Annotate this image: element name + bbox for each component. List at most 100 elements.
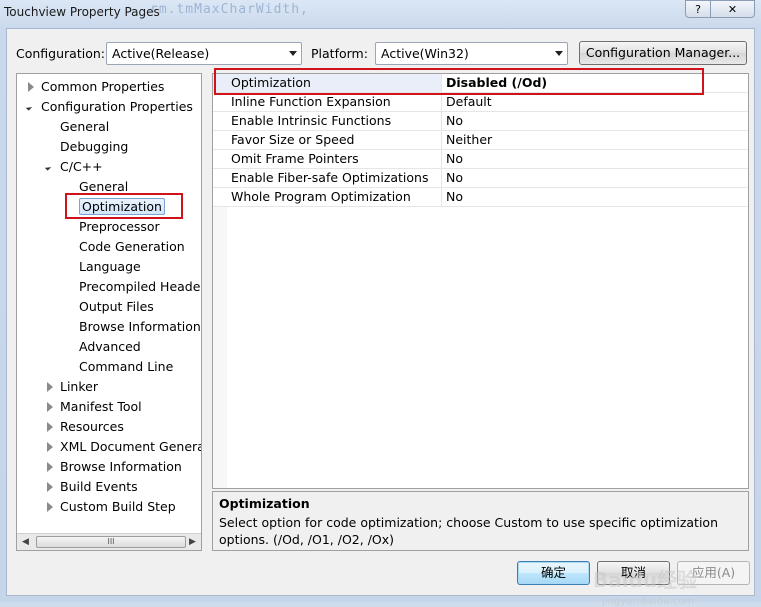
caption-buttons: ? ✕: [685, 0, 755, 18]
property-value[interactable]: No: [442, 169, 748, 187]
tree-item-label: Command Line: [79, 359, 174, 374]
tree-item[interactable]: Manifest Tool: [47, 398, 142, 418]
property-value[interactable]: Default: [442, 93, 748, 111]
help-icon: ?: [695, 2, 701, 16]
property-value[interactable]: Neither: [442, 131, 748, 149]
property-row[interactable]: Favor Size or Speed Neither: [213, 131, 748, 150]
baidu-watermark: Baidu经验: [593, 568, 698, 592]
tree-item[interactable]: Configuration Properties: [25, 98, 193, 118]
chevron-down-icon: [555, 51, 563, 56]
tree-item[interactable]: XML Document Generator: [47, 438, 201, 458]
tree-item-label: Advanced: [79, 339, 141, 354]
property-grid[interactable]: Optimization Disabled (/Od) Inline Functio…: [212, 73, 749, 489]
tree-item[interactable]: Language: [79, 258, 141, 278]
property-row[interactable]: Omit Frame Pointers No: [213, 150, 748, 169]
configuration-label: Configuration:: [16, 46, 105, 61]
configuration-dropdown[interactable]: Active(Release): [106, 42, 302, 65]
window-title: Touchview Property Pages: [4, 5, 160, 19]
tree-item[interactable]: Code Generation: [79, 238, 185, 258]
tree-item[interactable]: Common Properties: [28, 78, 165, 98]
tree-item-label: Build Events: [60, 479, 138, 494]
tree-item[interactable]: Resources: [47, 418, 124, 438]
help-button[interactable]: ?: [685, 0, 711, 18]
collapsed-triangle-icon[interactable]: [47, 422, 53, 432]
tree-item-label: Output Files: [79, 299, 154, 314]
property-row[interactable]: Inline Function Expansion Default: [213, 93, 748, 112]
property-name: Enable Intrinsic Functions: [213, 112, 442, 130]
tree-item[interactable]: Linker: [47, 378, 98, 398]
category-tree[interactable]: Custom Build Step Build Events Browse Info…: [16, 73, 202, 551]
tree-item-label: General: [79, 179, 129, 194]
property-name: Enable Fiber-safe Optimizations: [213, 169, 442, 187]
tree-item[interactable]: Debugging: [60, 138, 128, 158]
tree-item[interactable]: Browse Information: [79, 318, 201, 338]
ok-button[interactable]: 确定: [517, 561, 590, 585]
description-title: Optimization: [219, 496, 310, 511]
tree-item[interactable]: Advanced: [79, 338, 141, 358]
property-pages-window: rm.tmMaxCharWidth, Touchview Property Pa…: [0, 0, 761, 607]
configuration-manager-button[interactable]: Configuration Manager...: [579, 41, 747, 65]
scroll-right-icon[interactable]: ▶: [184, 534, 201, 550]
tree-item-label: Common Properties: [41, 79, 165, 94]
property-name: Inline Function Expansion: [213, 93, 442, 111]
collapsed-triangle-icon[interactable]: [28, 82, 34, 92]
platform-dropdown[interactable]: Active(Win32): [375, 42, 568, 65]
tree-item[interactable]: General: [60, 118, 109, 138]
tree-item-label: Browse Information: [60, 459, 182, 474]
scroll-grip-icon: III: [107, 537, 115, 546]
property-row[interactable]: Enable Fiber-safe Optimizations No: [213, 169, 748, 188]
close-icon: ✕: [727, 2, 738, 16]
property-name: Omit Frame Pointers: [213, 150, 442, 168]
tree-item-label: Custom Build Step: [60, 499, 176, 514]
background-code-text: rm.tmMaxCharWidth,: [150, 2, 309, 17]
collapsed-triangle-icon[interactable]: [47, 402, 53, 412]
description-panel: Optimization Select option for code opti…: [212, 491, 749, 551]
tree-item[interactable]: Precompiled Headers: [79, 278, 202, 298]
tree-item[interactable]: Preprocessor: [79, 218, 160, 238]
tree-item[interactable]: Command Line: [79, 358, 173, 378]
tree-item-label: Precompiled Headers: [79, 279, 202, 294]
title-bar: rm.tmMaxCharWidth, Touchview Property Pa…: [0, 0, 761, 28]
tree-item[interactable]: Custom Build Step: [47, 498, 176, 518]
expanded-triangle-icon[interactable]: [25, 104, 33, 111]
tree-item-label: Configuration Properties: [41, 99, 193, 114]
tree-item-label: Browse Information: [79, 319, 201, 334]
tree-item-label: Language: [79, 259, 141, 274]
scroll-thumb[interactable]: III: [36, 536, 186, 548]
tree-item-label: Manifest Tool: [60, 399, 142, 414]
tree-item-label: XML Document Generator: [60, 439, 201, 454]
platform-label: Platform:: [311, 46, 368, 61]
tree-item-label: Resources: [60, 419, 124, 434]
tree-item[interactable]: Build Events: [47, 478, 138, 498]
collapsed-triangle-icon[interactable]: [47, 382, 53, 392]
tree-horizontal-scrollbar[interactable]: ◀ III ▶: [17, 533, 201, 550]
tree-item-label: General: [60, 119, 110, 134]
dialog-client-area: Configuration: Active(Release) Platform:…: [6, 28, 755, 607]
platform-value: Active(Win32): [381, 46, 469, 61]
property-value[interactable]: No: [442, 112, 748, 130]
tree-item[interactable]: Browse Information: [47, 458, 182, 478]
configuration-value: Active(Release): [112, 46, 210, 61]
scroll-left-icon[interactable]: ◀: [17, 534, 34, 550]
highlight-box-tree: [65, 193, 183, 219]
expanded-triangle-icon[interactable]: [44, 164, 52, 171]
highlight-box-property: [214, 68, 704, 95]
tree-item-label: Debugging: [60, 139, 129, 154]
collapsed-triangle-icon[interactable]: [47, 482, 53, 492]
property-row[interactable]: Enable Intrinsic Functions No: [213, 112, 748, 131]
collapsed-triangle-icon[interactable]: [47, 442, 53, 452]
chevron-down-icon: [289, 51, 297, 56]
tree-item-label: Preprocessor: [79, 219, 160, 234]
property-value[interactable]: No: [442, 188, 748, 206]
property-value[interactable]: No: [442, 150, 748, 168]
description-text: Select option for code optimization; cho…: [219, 515, 718, 547]
collapsed-triangle-icon[interactable]: [47, 462, 53, 472]
tree-item[interactable]: Output Files: [79, 298, 154, 318]
tree-item-label: C/C++: [60, 159, 103, 174]
property-row[interactable]: Whole Program Optimization No: [213, 188, 748, 207]
property-name: Whole Program Optimization: [213, 188, 442, 206]
tree-item[interactable]: C/C++: [44, 158, 103, 178]
tree-item-label: Linker: [60, 379, 98, 394]
close-button[interactable]: ✕: [711, 0, 755, 18]
collapsed-triangle-icon[interactable]: [47, 502, 53, 512]
